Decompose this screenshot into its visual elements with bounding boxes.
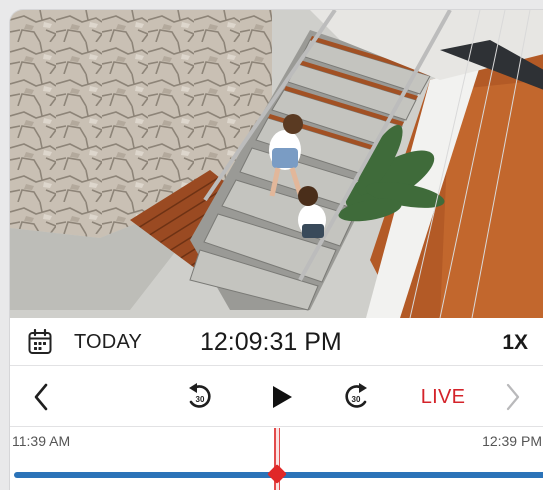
fast-forward-icon: 30 bbox=[345, 383, 367, 408]
timeline-scrubber[interactable]: 11:39 AM 12:39 PM bbox=[10, 428, 543, 490]
playback-controls: 30 30 LIVE bbox=[10, 367, 543, 427]
calendar-icon[interactable] bbox=[28, 329, 52, 355]
date-time-bar: TODAY 12:09:31 PM 1X bbox=[10, 318, 543, 366]
date-label[interactable]: TODAY bbox=[74, 331, 142, 354]
rewind-icon: 30 bbox=[189, 383, 211, 408]
chevron-left-icon bbox=[34, 383, 48, 411]
playback-time: 12:09:31 PM bbox=[200, 328, 342, 356]
next-button[interactable] bbox=[496, 367, 530, 427]
timeline-playhead[interactable] bbox=[267, 428, 287, 490]
play-icon bbox=[273, 386, 292, 408]
camera-video-feed[interactable] bbox=[10, 10, 543, 318]
timeline-start-label: 11:39 AM bbox=[12, 433, 71, 449]
camera-player-card: TODAY 12:09:31 PM 1X 30 30 LIVE 11:39 AM… bbox=[9, 9, 543, 490]
svg-text:30: 30 bbox=[196, 395, 205, 404]
playhead-handle[interactable] bbox=[267, 464, 287, 484]
live-button[interactable]: LIVE bbox=[410, 367, 476, 427]
forward-30-button[interactable]: 30 bbox=[336, 367, 376, 427]
timeline-end-label: 12:39 PM bbox=[482, 433, 542, 449]
chevron-right-icon bbox=[506, 383, 520, 411]
staircase-scene-image bbox=[10, 10, 543, 318]
playback-speed-button[interactable]: 1X bbox=[502, 331, 528, 355]
rewind-30-button[interactable]: 30 bbox=[180, 367, 220, 427]
svg-text:30: 30 bbox=[352, 395, 361, 404]
play-button[interactable] bbox=[262, 367, 302, 427]
previous-button[interactable] bbox=[24, 367, 58, 427]
